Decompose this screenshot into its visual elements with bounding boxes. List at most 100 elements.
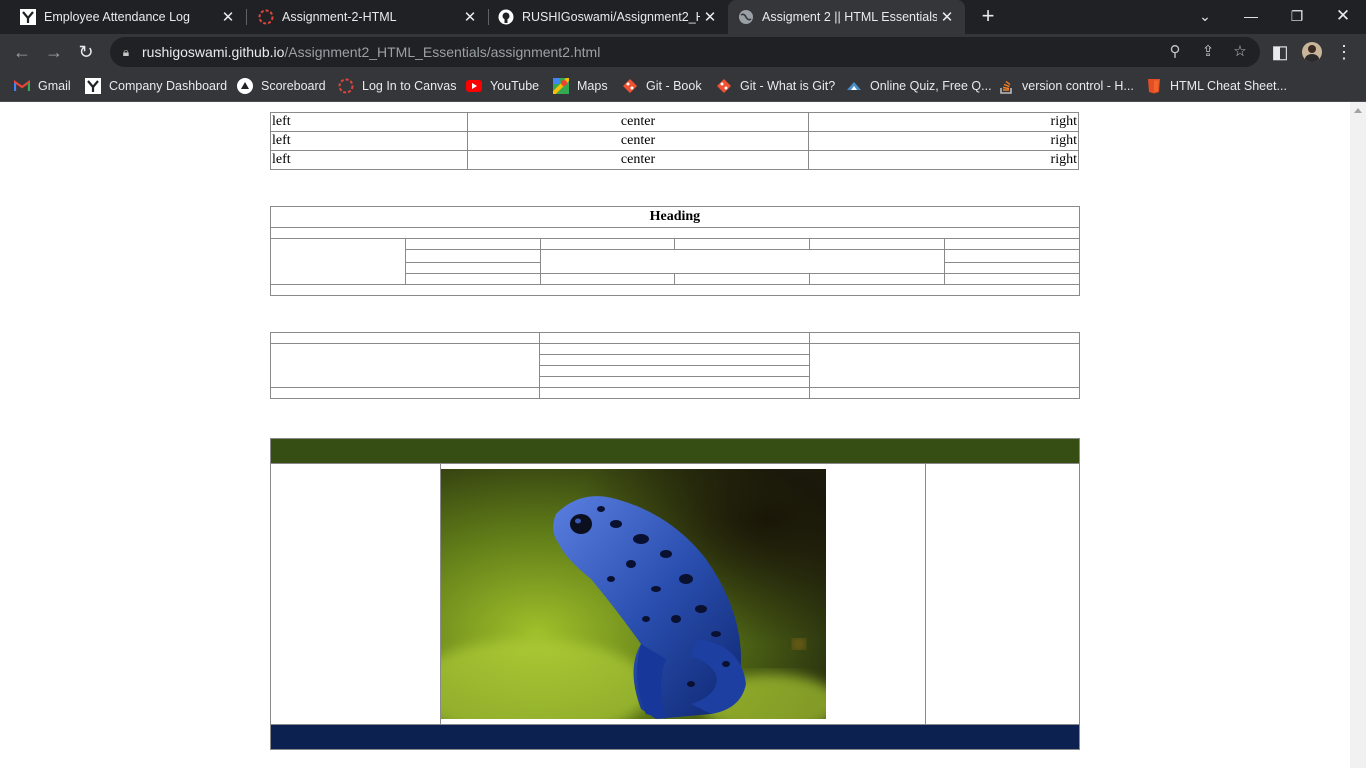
browser-toolbar: ← → ↻ 🔒︎ rushigoswami.github.io/Assignme… — [0, 34, 1366, 70]
table-cell — [270, 332, 540, 344]
table-cell — [270, 343, 540, 388]
table-cell-right: right — [808, 131, 1079, 151]
table-row — [270, 387, 1080, 399]
profile-avatar[interactable] — [1302, 42, 1322, 62]
table-cell — [943, 249, 1080, 263]
zoom-icon[interactable]: ⚲ — [1165, 42, 1185, 62]
table-cell — [809, 387, 1080, 399]
tab-assignment-2-essentials[interactable]: Assigment 2 || HTML Essentials ✕ — [728, 0, 965, 34]
tab-title: Assigment 2 || HTML Essentials — [762, 10, 937, 24]
tab-github-repo[interactable]: RUSHIGoswami/Assignment2_HT ✕ — [488, 0, 728, 34]
close-tab-icon[interactable]: ✕ — [218, 8, 238, 26]
table-cell — [270, 463, 441, 725]
table-cell — [270, 238, 406, 285]
table-cell — [539, 343, 810, 355]
minimize-button[interactable]: — — [1241, 6, 1261, 26]
canvas-icon — [338, 78, 354, 94]
table-cell — [539, 376, 810, 388]
heading-table: Heading — [270, 206, 1080, 296]
tab-employee-attendance[interactable]: Employee Attendance Log ✕ — [0, 0, 246, 34]
blue-frog-image — [441, 469, 826, 719]
vertical-scrollbar[interactable] — [1350, 102, 1366, 768]
bookmark-git-book[interactable]: Git - Book — [622, 76, 702, 96]
triangle-icon — [237, 78, 253, 94]
y-logo-icon — [85, 78, 101, 94]
close-tab-icon[interactable]: ✕ — [700, 8, 720, 26]
git-icon — [622, 78, 638, 94]
bookmark-youtube[interactable]: YouTube — [466, 76, 539, 96]
table-row — [270, 284, 1080, 296]
table-cell — [539, 365, 810, 377]
close-tab-icon[interactable]: ✕ — [460, 8, 480, 26]
tab-search-icon[interactable]: ⌄ — [1195, 6, 1215, 26]
bookmark-maps[interactable]: Maps — [553, 76, 608, 96]
git-icon — [716, 78, 732, 94]
html5-icon — [1146, 78, 1162, 94]
table-row — [270, 332, 1080, 344]
table-cell — [809, 238, 945, 250]
bookmark-canvas[interactable]: Log In to Canvas — [338, 76, 457, 96]
forward-icon[interactable]: → — [44, 42, 64, 62]
alignment-table: left center right left center right left… — [270, 112, 1079, 170]
tab-title: Assignment-2-HTML — [282, 10, 397, 24]
bookmark-online-quiz[interactable]: Online Quiz, Free Q... — [846, 76, 992, 96]
table-cell-center: center — [466, 112, 810, 132]
bookmarks-bar: Gmail Company Dashboard Scoreboard Log I… — [0, 70, 1366, 102]
tab-title: Employee Attendance Log — [44, 10, 190, 24]
table-cell — [943, 238, 1080, 250]
table-cell — [270, 227, 1080, 239]
bookmark-gmail[interactable]: Gmail — [14, 76, 71, 96]
back-icon[interactable]: ← — [12, 42, 32, 62]
share-icon[interactable]: ⇪ — [1198, 42, 1218, 62]
table-cell — [539, 354, 810, 366]
table-cell — [809, 273, 945, 285]
maps-icon — [553, 78, 569, 94]
media-table — [269, 438, 1081, 750]
new-tab-button[interactable]: + — [978, 5, 998, 27]
table-cell — [943, 273, 1080, 285]
address-bar[interactable]: 🔒︎ rushigoswami.github.io/Assignment2_HT… — [110, 37, 1260, 67]
bookmark-star-icon[interactable]: ☆ — [1230, 42, 1250, 62]
scroll-up-arrow-icon[interactable] — [1354, 108, 1362, 113]
youtube-icon — [466, 78, 482, 94]
reload-icon[interactable]: ↻ — [76, 42, 96, 62]
image-cell — [440, 463, 926, 725]
table-cell — [539, 273, 676, 285]
table-row: Heading — [270, 206, 1080, 228]
table-cell-center: center — [466, 150, 810, 170]
bookmark-scoreboard[interactable]: Scoreboard — [237, 76, 326, 96]
side-panel-icon[interactable]: ◧ — [1270, 42, 1290, 62]
table-cell — [270, 387, 540, 399]
table-row — [270, 238, 1080, 285]
table-cell — [404, 249, 541, 263]
menu-kebab-icon[interactable]: ⋮ — [1334, 42, 1354, 62]
close-tab-icon[interactable]: ✕ — [937, 8, 957, 26]
table-cell — [809, 332, 1080, 344]
table-row — [270, 463, 1081, 725]
table-row — [269, 724, 1081, 750]
gmail-icon — [14, 78, 30, 94]
stackoverflow-icon — [998, 78, 1014, 94]
globe-icon — [738, 9, 754, 25]
table-cell-right: right — [808, 112, 1079, 132]
table-cell — [270, 284, 1080, 296]
table-row: left center right — [270, 131, 1079, 151]
bookmark-version-control[interactable]: version control - H... — [998, 76, 1134, 96]
url-text[interactable]: rushigoswami.github.io/Assignment2_HTML_… — [142, 44, 600, 60]
green-header-bar — [269, 438, 1081, 464]
bookmark-company-dashboard[interactable]: Company Dashboard — [85, 76, 227, 96]
table-cell-right: right — [808, 150, 1079, 170]
table-cell — [404, 273, 541, 285]
table-cell-left: left — [270, 150, 468, 170]
restore-button[interactable]: ❐ — [1287, 6, 1307, 26]
blue-footer-bar — [269, 724, 1081, 750]
lock-icon[interactable]: 🔒︎ — [116, 42, 136, 62]
bookmark-html-cheat-sheet[interactable]: HTML Cheat Sheet... — [1146, 76, 1287, 96]
tab-assignment-2-html[interactable]: Assignment-2-HTML ✕ — [246, 0, 488, 34]
table-cell-left: left — [270, 112, 468, 132]
y-logo-icon — [20, 9, 36, 25]
close-window-button[interactable]: ✕ — [1333, 6, 1353, 26]
table-row: left center right — [270, 112, 1079, 132]
table-cell — [404, 262, 541, 274]
bookmark-git-what[interactable]: Git - What is Git? — [716, 76, 835, 96]
